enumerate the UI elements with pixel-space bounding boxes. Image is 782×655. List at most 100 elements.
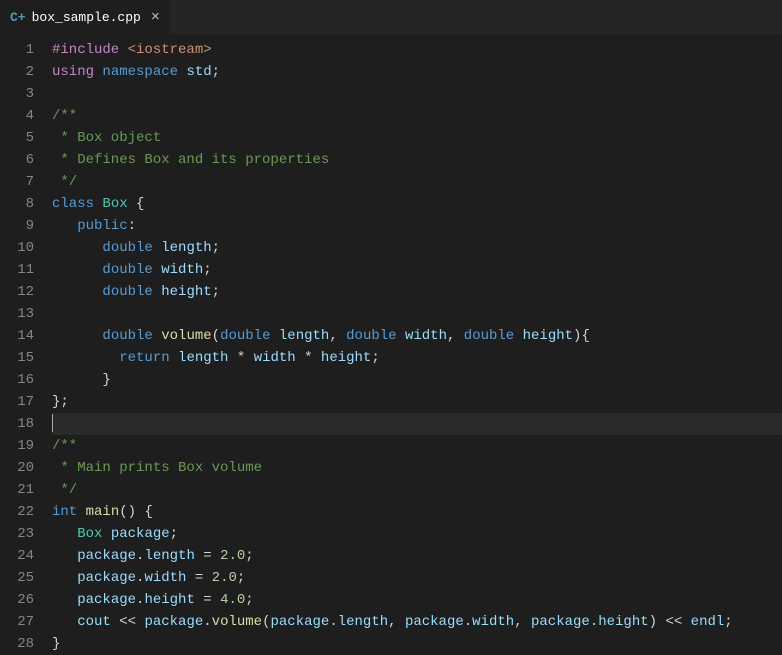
code-line[interactable]: double height; <box>52 281 782 303</box>
code-line[interactable]: package.height = 4.0; <box>52 589 782 611</box>
token <box>296 350 304 366</box>
token <box>153 240 161 256</box>
line-number: 16 <box>0 369 34 391</box>
code-area[interactable]: #include <iostream>using namespace std;/… <box>52 35 782 654</box>
code-line[interactable]: * Main prints Box volume <box>52 457 782 479</box>
code-line[interactable]: #include <iostream> <box>52 39 782 61</box>
line-number: 22 <box>0 501 34 523</box>
code-line[interactable]: return length * width * height; <box>52 347 782 369</box>
line-number: 13 <box>0 303 34 325</box>
token: namespace <box>102 64 178 80</box>
token: width <box>161 262 203 278</box>
token <box>52 614 77 630</box>
line-number: 6 <box>0 149 34 171</box>
code-line[interactable]: int main() { <box>52 501 782 523</box>
code-line[interactable]: package.length = 2.0; <box>52 545 782 567</box>
token: length <box>279 328 329 344</box>
code-line[interactable]: }; <box>52 391 782 413</box>
token: <iostream> <box>128 42 212 58</box>
code-line[interactable]: Box package; <box>52 523 782 545</box>
code-line[interactable] <box>52 413 782 435</box>
token <box>153 328 161 344</box>
token: height <box>321 350 371 366</box>
code-line[interactable]: class Box { <box>52 193 782 215</box>
token: package <box>405 614 464 630</box>
line-number: 19 <box>0 435 34 457</box>
token: package <box>77 548 136 564</box>
token: ; <box>212 284 220 300</box>
token: . <box>464 614 472 630</box>
token: ) <box>649 614 666 630</box>
code-line[interactable]: package.width = 2.0; <box>52 567 782 589</box>
token <box>271 328 279 344</box>
token: = <box>195 592 220 608</box>
code-line[interactable]: /** <box>52 105 782 127</box>
token <box>52 284 102 300</box>
code-line[interactable]: */ <box>52 479 782 501</box>
token: package <box>77 570 136 586</box>
token <box>52 570 77 586</box>
close-icon[interactable]: × <box>151 9 160 26</box>
token: width <box>144 570 186 586</box>
token: . <box>329 614 337 630</box>
token: = <box>195 548 220 564</box>
token: /** <box>52 108 77 124</box>
token: class <box>52 196 94 212</box>
token: int <box>52 504 77 520</box>
token: ; <box>245 592 253 608</box>
code-line[interactable]: double volume(double length, double widt… <box>52 325 782 347</box>
token: 2.0 <box>220 548 245 564</box>
token: , <box>388 614 405 630</box>
token: . <box>203 614 211 630</box>
code-line[interactable]: } <box>52 369 782 391</box>
line-number: 21 <box>0 479 34 501</box>
code-line[interactable]: * Defines Box and its properties <box>52 149 782 171</box>
line-number: 18 <box>0 413 34 435</box>
code-line[interactable]: */ <box>52 171 782 193</box>
token: } <box>52 636 60 652</box>
code-line[interactable]: cout << package.volume(package.length, p… <box>52 611 782 633</box>
token: Box <box>102 196 127 212</box>
token <box>52 328 102 344</box>
code-line[interactable]: public: <box>52 215 782 237</box>
token <box>52 592 77 608</box>
token: length <box>178 350 228 366</box>
line-number: 4 <box>0 105 34 127</box>
token: volume <box>212 614 262 630</box>
token: width <box>405 328 447 344</box>
token: ; <box>203 262 211 278</box>
code-line[interactable]: /** <box>52 435 782 457</box>
token <box>52 350 119 366</box>
token: package <box>77 592 136 608</box>
token: /** <box>52 438 77 454</box>
token: ){ <box>573 328 590 344</box>
code-line[interactable]: } <box>52 633 782 655</box>
token: */ <box>52 482 77 498</box>
token: ; <box>371 350 379 366</box>
token: 2.0 <box>212 570 237 586</box>
token <box>119 42 127 58</box>
token <box>397 328 405 344</box>
code-line[interactable]: using namespace std; <box>52 61 782 83</box>
token <box>514 328 522 344</box>
token: std <box>186 64 211 80</box>
token: using <box>52 64 94 80</box>
line-number: 27 <box>0 611 34 633</box>
token <box>111 614 119 630</box>
line-number-gutter: 1234567891011121314151617181920212223242… <box>0 35 52 654</box>
token: * <box>304 350 312 366</box>
code-line[interactable]: double width; <box>52 259 782 281</box>
tab-box-sample[interactable]: C+ box_sample.cpp × <box>0 0 171 34</box>
code-line[interactable] <box>52 83 782 105</box>
token: cout <box>77 614 111 630</box>
token: height <box>144 592 194 608</box>
code-line[interactable]: * Box object <box>52 127 782 149</box>
code-line[interactable]: double length; <box>52 237 782 259</box>
line-number: 10 <box>0 237 34 259</box>
token: } <box>52 372 111 388</box>
token: , <box>447 328 464 344</box>
token: public <box>77 218 127 234</box>
code-line[interactable] <box>52 303 782 325</box>
token: double <box>102 284 152 300</box>
token: double <box>346 328 396 344</box>
